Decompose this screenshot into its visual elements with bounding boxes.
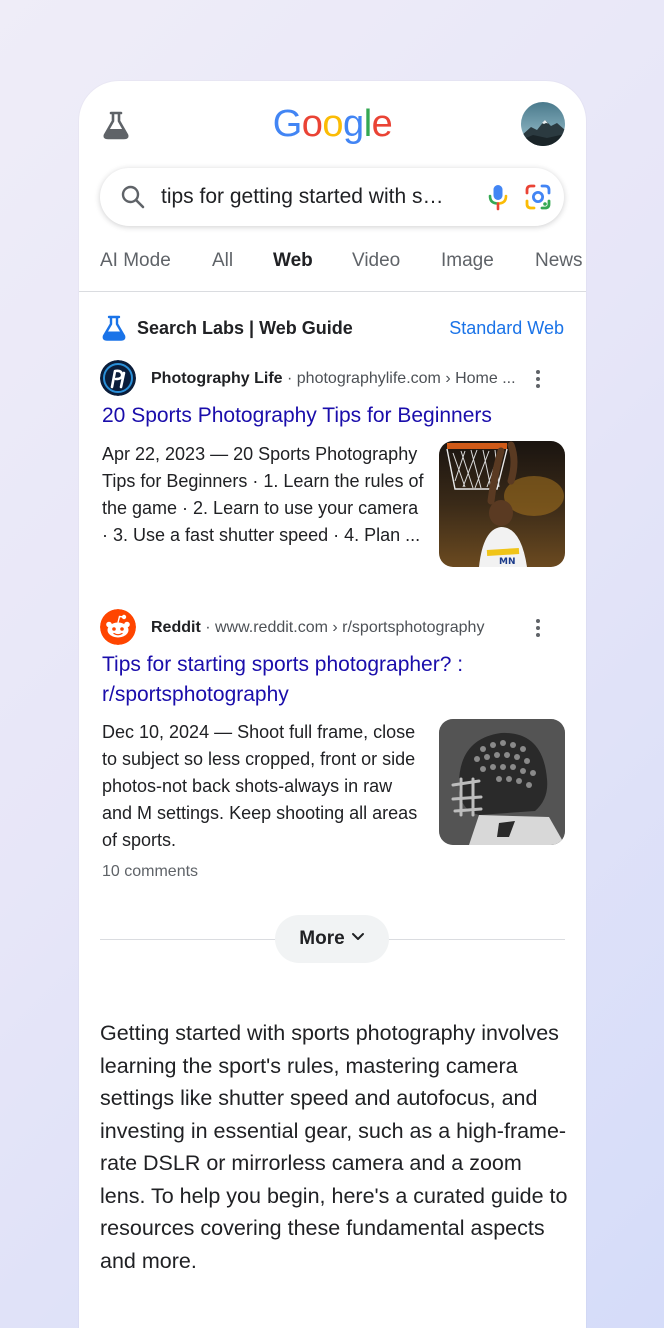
- search-icon[interactable]: [120, 184, 146, 210]
- logo-letter: e: [371, 103, 393, 145]
- tab-ai-mode[interactable]: AI Mode: [100, 249, 171, 273]
- site-url: · www.reddit.com › r/sportsphotography: [200, 619, 485, 636]
- ai-summary-text: Getting started with sports photography …: [100, 1021, 568, 1273]
- reddit-logo-icon: [100, 609, 136, 645]
- logo-letter: G: [272, 103, 303, 145]
- logo-letter: o: [322, 103, 344, 145]
- svg-text:MN: MN: [499, 557, 516, 567]
- site-url: · photographylife.com › Home ...: [282, 370, 516, 387]
- google-logo: Google: [79, 101, 586, 147]
- more-button[interactable]: More: [275, 915, 389, 963]
- standard-web-link[interactable]: Standard Web: [449, 317, 564, 339]
- result-source[interactable]: Reddit · www.reddit.com › r/sportsphotog…: [151, 618, 531, 638]
- photography-life-favicon[interactable]: [100, 360, 136, 396]
- tab-video[interactable]: Video: [352, 249, 400, 273]
- result-thumbnail[interactable]: [439, 719, 565, 845]
- search-box[interactable]: tips for getting started with sports pho…: [100, 168, 564, 226]
- result-title-link[interactable]: 20 Sports Photography Tips for Beginners: [102, 401, 572, 431]
- labs-flask-icon: [102, 315, 126, 341]
- mountain-avatar-image: [521, 102, 565, 146]
- more-options-icon[interactable]: [531, 616, 545, 640]
- photography-life-logo-icon: [100, 360, 136, 396]
- comment-count[interactable]: 10 comments: [102, 862, 198, 882]
- more-options-icon[interactable]: [531, 367, 545, 391]
- tab-web[interactable]: Web: [273, 249, 313, 273]
- logo-letter: o: [301, 103, 323, 145]
- site-name: Reddit: [151, 619, 201, 636]
- chevron-down-icon: [351, 933, 364, 941]
- microphone-icon[interactable]: [483, 182, 513, 212]
- logo-letter: l: [363, 103, 372, 145]
- phone-frame: Google tips for getting started with spo…: [79, 81, 586, 1328]
- search-tabs: AI Mode All Web Video Image News: [79, 231, 586, 292]
- labs-header: Search Labs | Web Guide Standard Web: [79, 313, 586, 343]
- labs-title: Search Labs | Web Guide: [137, 318, 353, 338]
- more-row: More: [100, 915, 565, 963]
- site-name: Photography Life: [151, 370, 283, 387]
- reddit-favicon[interactable]: [100, 609, 136, 645]
- result-snippet: Dec 10, 2024 — Shoot full frame, close t…: [102, 722, 418, 850]
- more-label: More: [299, 928, 345, 949]
- logo-letter: g: [343, 103, 364, 145]
- google-lens-icon[interactable]: [524, 183, 552, 211]
- result-title-link[interactable]: Tips for starting sports photographer? :…: [102, 650, 572, 710]
- tab-all[interactable]: All: [212, 249, 233, 273]
- tab-news[interactable]: News: [535, 249, 583, 273]
- result-thumbnail[interactable]: MN: [439, 441, 565, 567]
- tab-image[interactable]: Image: [441, 249, 494, 273]
- basketball-dunk-image: MN: [439, 441, 565, 567]
- avatar[interactable]: [521, 102, 565, 146]
- football-helmet-image: [439, 719, 565, 845]
- top-bar: Google: [79, 81, 586, 161]
- search-input[interactable]: tips for getting started with sports pho…: [161, 184, 446, 210]
- result-snippet: Apr 22, 2023 — 20 Sports Photography Tip…: [102, 444, 424, 545]
- result-source[interactable]: Photography Life · photographylife.com ›…: [151, 369, 531, 389]
